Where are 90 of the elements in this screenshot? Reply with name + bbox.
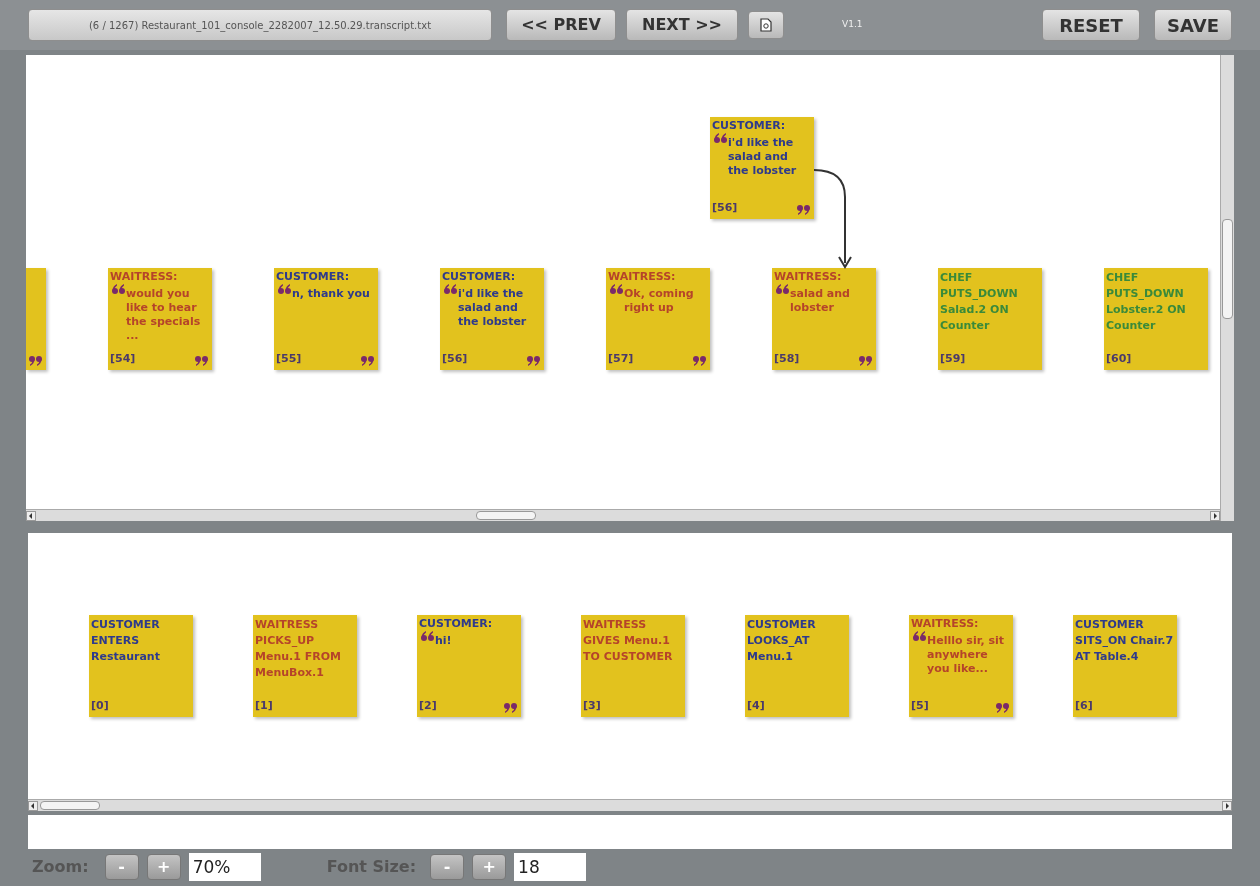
event-index: [57] (608, 352, 634, 366)
action-text: CUSTOMER LOOKS_AT Menu.1 (747, 617, 817, 665)
event-index: [5] (911, 699, 929, 713)
close-quote-icon (28, 356, 44, 366)
scroll-right-button[interactable] (1222, 800, 1232, 811)
speaker-label: WAITRESS: (911, 617, 980, 631)
open-quote-icon (419, 631, 435, 641)
close-quote-icon (360, 356, 376, 366)
open-quote-icon (774, 284, 790, 294)
speaker-label: CUSTOMER: (276, 270, 351, 284)
event-index: [59] (940, 352, 966, 366)
close-quote-icon (796, 205, 812, 215)
event-card[interactable]: CUSTOMER SITS_ON Chair.7 AT Table.4 [6] (1073, 615, 1177, 717)
document-icon[interactable] (748, 11, 784, 39)
font-size-field[interactable]: 18 (514, 853, 587, 881)
save-button[interactable]: SAVE (1154, 9, 1232, 41)
next-button[interactable]: NEXT >> (626, 9, 738, 41)
utterance-text: Ok, coming right up (624, 286, 695, 315)
horizontal-scrollbar[interactable] (28, 799, 1232, 811)
event-card[interactable]: CUSTOMER: hi! [2] (417, 615, 521, 717)
scrollbar-thumb[interactable] (476, 511, 536, 520)
event-index: [2] (419, 699, 437, 713)
event-index: [56] (712, 201, 738, 215)
event-card[interactable]: CUSTOMER: i'd like the salad and the lobster [56] (710, 117, 814, 219)
event-card[interactable]: WAITRESS: salad and lobster [58] (772, 268, 876, 370)
event-index: [55] (276, 352, 302, 366)
event-index: [60] (1106, 352, 1132, 366)
utterance-text: Helllo sir, sit anywhere you like... (927, 633, 1006, 676)
scroll-left-button[interactable] (28, 800, 38, 811)
open-quote-icon (110, 284, 126, 294)
event-index: [0] (91, 699, 109, 713)
event-card[interactable]: WAITRESS: would you like to hear the specials ... [54] (108, 268, 212, 370)
event-index: [6] (1075, 699, 1093, 713)
event-index: [3] (583, 699, 601, 713)
event-card[interactable]: WAITRESS: Ok, coming right up [57] (606, 268, 710, 370)
event-card[interactable]: CUSTOMER ENTERS Restaurant [0] (89, 615, 193, 717)
event-card[interactable]: CUSTOMER: i'd like the salad and the lobster [56] (440, 268, 544, 370)
open-quote-icon (442, 284, 458, 294)
action-text: CUSTOMER ENTERS Restaurant (91, 617, 161, 665)
action-text: CUSTOMER SITS_ON Chair.7 AT Table.4 (1075, 617, 1175, 665)
action-text: CHEF PUTS_DOWN Lobster.2 ON Counter (1106, 270, 1187, 334)
speaker-label: CUSTOMER: (442, 270, 517, 284)
version-label: V1.1 (842, 18, 863, 32)
close-quote-icon (194, 356, 210, 366)
open-quote-icon (712, 133, 728, 143)
event-index: [54] (110, 352, 136, 366)
close-quote-icon (858, 356, 874, 366)
close-quote-icon (995, 703, 1011, 713)
speaker-label: WAITRESS: (110, 270, 179, 284)
action-text: WAITRESS GIVES Menu.1 TO CUSTOMER (583, 617, 674, 665)
utterance-text: would you like to hear the specials ... (126, 286, 202, 343)
utterance-text: salad and lobster (790, 286, 851, 315)
utterance-text: i'd like the salad and the lobster (728, 135, 798, 178)
close-quote-icon (526, 356, 542, 366)
open-quote-icon (911, 631, 927, 641)
speaker-label: CUSTOMER: (712, 119, 787, 133)
close-quote-icon (503, 703, 519, 713)
open-quote-icon (608, 284, 624, 294)
event-card[interactable]: CHEF PUTS_DOWN Salad.2 ON Counter [59] (938, 268, 1042, 370)
event-index: [58] (774, 352, 800, 366)
action-text: CHEF PUTS_DOWN Salad.2 ON Counter (940, 270, 1019, 334)
scroll-right-button[interactable] (1210, 510, 1220, 521)
speaker-label: CUSTOMER: (419, 617, 494, 631)
event-index: [1] (255, 699, 273, 713)
horizontal-scrollbar[interactable] (26, 509, 1220, 521)
file-label[interactable]: (6 / 1267) Restaurant_101_console_2282007_12.50.29.transcript.txt (28, 9, 492, 41)
event-card[interactable]: WAITRESS GIVES Menu.1 TO CUSTOMER [3] (581, 615, 685, 717)
event-index: [4] (747, 699, 765, 713)
speaker-label: WAITRESS: (608, 270, 677, 284)
event-card[interactable]: WAITRESS PICKS_UP Menu.1 FROM MenuBox.1 [1] (253, 615, 357, 717)
scrollbar-thumb[interactable] (40, 801, 100, 810)
previous-button[interactable]: << PREV (506, 9, 616, 41)
vertical-scrollbar[interactable] (1220, 55, 1234, 521)
event-card[interactable]: WAITRESS: Helllo sir, sit anywhere you like... [5] (909, 615, 1013, 717)
close-quote-icon (692, 356, 708, 366)
event-card[interactable]: CUSTOMER LOOKS_AT Menu.1 [4] (745, 615, 849, 717)
speaker-label: WAITRESS: (774, 270, 843, 284)
utterance-text: n, thank you (292, 286, 370, 301)
open-quote-icon (276, 284, 292, 294)
utterance-text: hi! (435, 633, 452, 648)
event-card[interactable]: CHEF PUTS_DOWN Lobster.2 ON Counter [60] (1104, 268, 1208, 370)
event-index: [56] (442, 352, 468, 366)
event-card[interactable]: CUSTOMER: n, thank you [55] (274, 268, 378, 370)
action-text: WAITRESS PICKS_UP Menu.1 FROM MenuBox.1 (255, 617, 342, 681)
zoom-field[interactable]: 70% (188, 853, 261, 881)
scrollbar-thumb[interactable] (1222, 219, 1233, 319)
utterance-text: i'd like the salad and the lobster (458, 286, 528, 329)
event-card[interactable] (26, 268, 46, 370)
reset-button[interactable]: RESET (1042, 9, 1140, 41)
scroll-left-button[interactable] (26, 510, 36, 521)
